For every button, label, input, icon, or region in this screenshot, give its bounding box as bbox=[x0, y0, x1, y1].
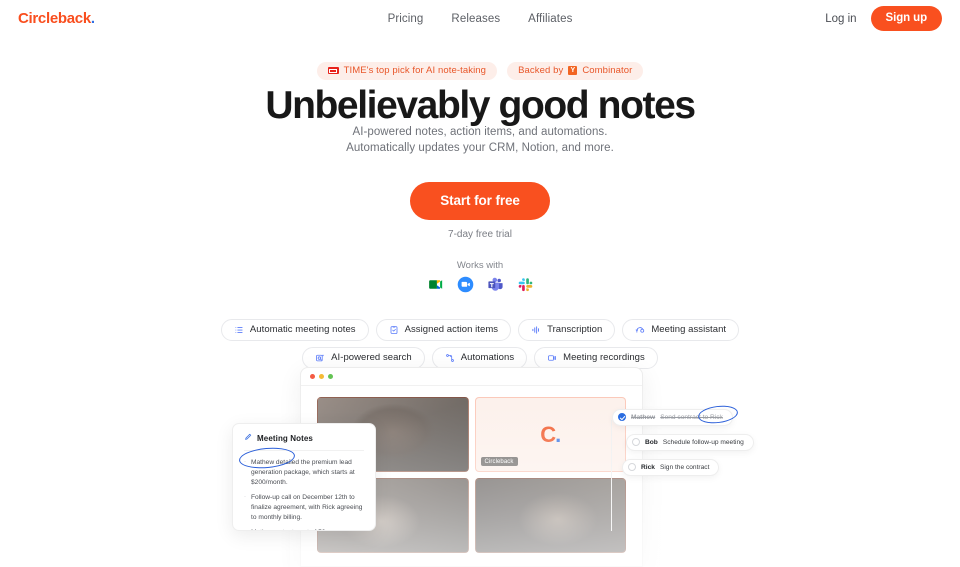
pill-label: Automatic meeting notes bbox=[249, 324, 356, 335]
cta-section: Start for free 7-day free trial bbox=[0, 182, 960, 240]
slack-icon[interactable] bbox=[517, 276, 534, 293]
action-item-row[interactable]: Rick Sign the contract bbox=[622, 459, 720, 476]
badge-ycombinator[interactable]: Backed by Y Combinator bbox=[507, 62, 644, 80]
meeting-notes-header: Meeting Notes bbox=[244, 433, 364, 451]
badge-yc-suffix: Combinator bbox=[582, 65, 633, 76]
works-with-label: Works with bbox=[456, 260, 504, 271]
pill-label: Transcription bbox=[547, 324, 603, 335]
meeting-notes-list: · Mathew detailed the premium lead gener… bbox=[244, 451, 364, 530]
badge-yc-prefix: Backed by bbox=[518, 65, 564, 76]
google-meet-icon[interactable] bbox=[427, 276, 444, 293]
pill-label: Meeting assistant bbox=[651, 324, 727, 335]
pencil-icon bbox=[244, 433, 252, 443]
free-trial-note: 7-day free trial bbox=[448, 229, 512, 240]
bullet-icon: · bbox=[244, 494, 246, 501]
hero-subtitle: AI-powered notes, action items, and auto… bbox=[0, 125, 960, 157]
pill-meeting-recordings[interactable]: Meeting recordings bbox=[534, 347, 658, 369]
award-badges: TIME's top pick for AI note-taking Backe… bbox=[0, 62, 960, 80]
action-task: Schedule follow-up meeting bbox=[662, 438, 744, 446]
window-minimize-icon[interactable] bbox=[319, 374, 324, 379]
waveform-icon bbox=[531, 325, 541, 335]
meeting-notes-title: Meeting Notes bbox=[257, 433, 313, 443]
video-icon bbox=[547, 353, 557, 363]
feature-pill-row-1: Automatic meeting notes Assigned action … bbox=[0, 319, 960, 341]
window-maximize-icon[interactable] bbox=[328, 374, 333, 379]
action-assignee: Bob bbox=[645, 438, 658, 446]
note-text: Mathew detailed the premium lead generat… bbox=[251, 459, 355, 487]
badge-time-label: TIME's top pick for AI note-taking bbox=[343, 65, 487, 76]
badge-time[interactable]: TIME's top pick for AI note-taking bbox=[316, 62, 498, 80]
nav-link-affiliates[interactable]: Affiliates bbox=[528, 13, 572, 25]
action-items-list: Mathew Send contract to Rick Bob Schedul… bbox=[612, 403, 754, 484]
page-title: Unbelievably good notes bbox=[265, 84, 696, 127]
pill-ai-powered-search[interactable]: AI-powered search bbox=[302, 347, 425, 369]
action-item-row[interactable]: Mathew Send contract to Rick bbox=[612, 409, 733, 426]
note-item: · Follow-up call on December 12th to fin… bbox=[244, 493, 364, 523]
nav-actions: Log in Sign up bbox=[825, 6, 942, 31]
note-item: · Mathew detailed the premium lead gener… bbox=[244, 458, 364, 488]
checkbox-icon[interactable] bbox=[632, 438, 640, 446]
pill-transcription[interactable]: Transcription bbox=[518, 319, 616, 341]
note-text: Follow-up call on December 12th to final… bbox=[251, 494, 363, 522]
nav-link-releases[interactable]: Releases bbox=[451, 13, 500, 25]
circleback-mark-icon: C. bbox=[540, 421, 561, 447]
pill-assigned-action-items[interactable]: Assigned action items bbox=[375, 319, 512, 341]
feature-pill-row-2: AI-powered search Automations Meeting re… bbox=[0, 347, 960, 369]
automation-icon bbox=[445, 353, 455, 363]
pill-label: AI-powered search bbox=[331, 352, 412, 363]
nav-links: Pricing Releases Affiliates bbox=[0, 13, 960, 25]
integration-icons bbox=[0, 276, 960, 293]
pill-meeting-assistant[interactable]: Meeting assistant bbox=[622, 319, 740, 341]
start-for-free-button[interactable]: Start for free bbox=[410, 182, 550, 220]
meeting-notes-card: Meeting Notes · Mathew detailed the prem… bbox=[232, 423, 376, 531]
checkbox-icon[interactable] bbox=[628, 463, 636, 471]
microsoft-teams-icon[interactable] bbox=[487, 276, 504, 293]
nav-link-pricing[interactable]: Pricing bbox=[388, 13, 424, 25]
pill-automations[interactable]: Automations bbox=[431, 347, 528, 369]
participant-name-tag: Circleback bbox=[480, 457, 518, 466]
bullet-icon: · bbox=[244, 459, 246, 465]
y-combinator-icon: Y bbox=[568, 66, 578, 75]
action-assignee: Mathew bbox=[631, 413, 656, 421]
hero-subtitle-line-1: AI-powered notes, action items, and auto… bbox=[352, 126, 608, 138]
pill-label: Meeting recordings bbox=[563, 352, 645, 363]
logo-dot: . bbox=[90, 10, 95, 27]
hero-subtitle-line-2: Automatically updates your CRM, Notion, … bbox=[346, 141, 614, 154]
time-logo-icon bbox=[327, 67, 339, 74]
action-task: Sign the contract bbox=[659, 463, 710, 471]
zoom-icon[interactable] bbox=[457, 276, 474, 293]
clipboard-check-icon bbox=[389, 325, 399, 335]
search-sparkle-icon bbox=[315, 353, 325, 363]
pill-automatic-meeting-notes[interactable]: Automatic meeting notes bbox=[220, 319, 369, 341]
window-close-icon[interactable] bbox=[310, 374, 315, 379]
checkbox-checked-icon[interactable] bbox=[618, 413, 626, 421]
top-navigation: Circleback. Pricing Releases Affiliates … bbox=[0, 0, 960, 37]
list-icon bbox=[234, 325, 244, 335]
logo-text: Circleback bbox=[18, 10, 91, 27]
site-logo[interactable]: Circleback. bbox=[18, 10, 95, 27]
pill-label: Automations bbox=[460, 352, 515, 363]
action-assignee: Rick bbox=[641, 463, 655, 471]
signup-button[interactable]: Sign up bbox=[870, 6, 942, 31]
action-item-row[interactable]: Bob Schedule follow-up meeting bbox=[626, 434, 754, 451]
window-titlebar bbox=[301, 368, 642, 386]
action-task: Send contract to Rick bbox=[660, 413, 723, 421]
pill-label: Assigned action items bbox=[404, 324, 499, 335]
assistant-icon bbox=[635, 325, 645, 335]
video-tile[interactable] bbox=[474, 478, 626, 553]
video-tile-circleback[interactable]: C. Circleback bbox=[474, 397, 626, 472]
login-link[interactable]: Log in bbox=[825, 13, 856, 25]
